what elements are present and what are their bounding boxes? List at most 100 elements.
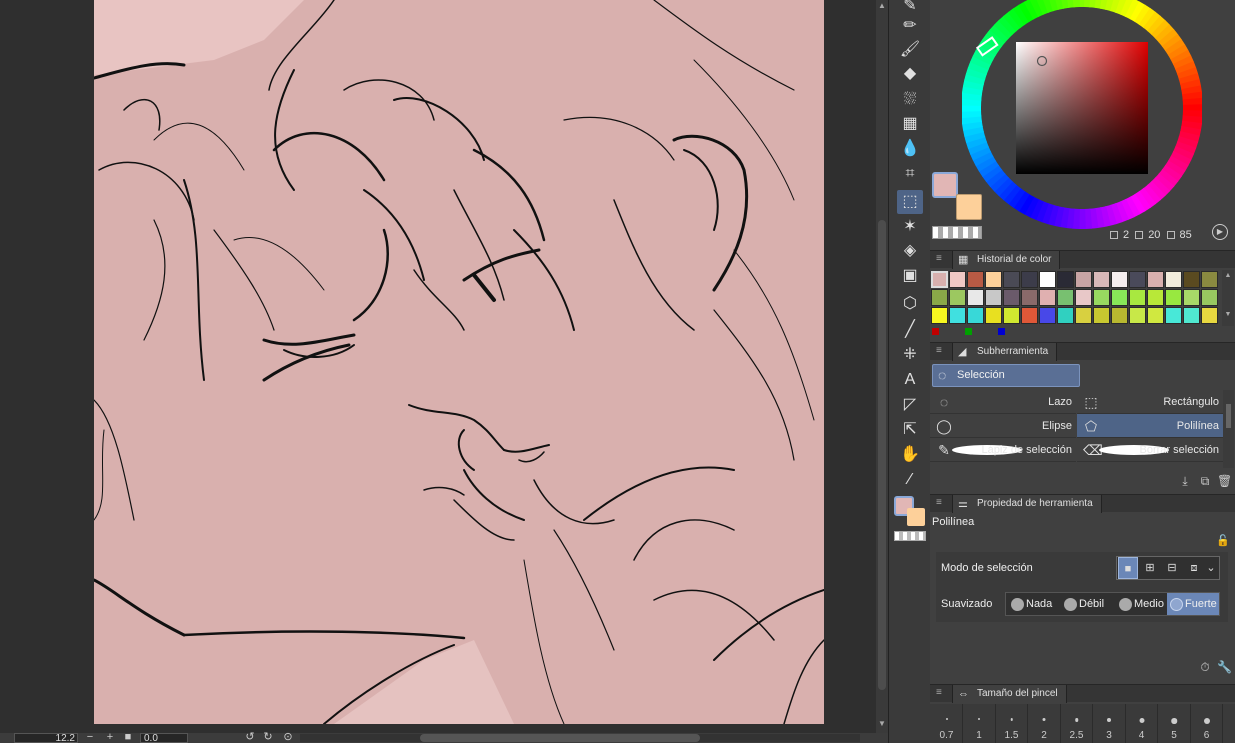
history-swatch[interactable] (1057, 271, 1074, 288)
brush-size-preset[interactable]: 2.5 (1061, 704, 1093, 743)
history-swatch[interactable] (1129, 307, 1146, 324)
canvas-horizontal-scrollbar[interactable] (300, 734, 860, 742)
history-swatch[interactable] (967, 271, 984, 288)
color-history-scrollbar[interactable]: ▲ ▼ (1222, 270, 1234, 326)
history-swatch[interactable] (1183, 289, 1200, 306)
reset-settings-icon[interactable]: ⏱ (1198, 660, 1212, 674)
history-swatch[interactable] (967, 307, 984, 324)
3d-object-icon[interactable]: ⬡ (897, 292, 923, 316)
brush-tool-icon[interactable]: 🖌 (897, 38, 923, 62)
history-swatch[interactable] (1165, 289, 1182, 306)
history-swatch[interactable] (1021, 289, 1038, 306)
horizontal-scroll-thumb[interactable] (420, 734, 700, 742)
airbrush-tool-icon[interactable]: ⛆ (897, 88, 923, 112)
auto-select-icon[interactable]: ✶ (897, 215, 923, 239)
rotate-right-icon[interactable]: ↻ (262, 731, 274, 743)
history-swatch[interactable] (1093, 271, 1110, 288)
vertical-scroll-thumb[interactable] (878, 220, 886, 690)
panel-grip-icon[interactable]: ≡ (936, 346, 944, 356)
history-swatch[interactable] (1039, 289, 1056, 306)
history-swatch[interactable] (1111, 307, 1128, 324)
intersect-selection-icon[interactable]: ⧈ (1184, 557, 1204, 579)
history-swatch[interactable] (931, 307, 948, 324)
subtool-item[interactable]: ⬠ Polilínea (1077, 414, 1223, 438)
subtool-item[interactable]: ⬚ Rectángulo (1077, 390, 1223, 414)
panel-grip-icon[interactable]: ≡ (936, 254, 944, 264)
history-swatch[interactable] (1201, 271, 1218, 288)
lock-icon[interactable]: 🔓 (1216, 534, 1230, 547)
brush-size-preset[interactable]: 1.5 (996, 704, 1028, 743)
history-swatch[interactable] (1129, 271, 1146, 288)
transparent-color-swatch[interactable] (932, 226, 982, 239)
panel-grip-icon[interactable]: ≡ (936, 498, 944, 508)
brush-size-preset[interactable]: 6 (1191, 704, 1223, 743)
history-swatch[interactable] (1003, 271, 1020, 288)
operation-tool-icon[interactable]: ⇱ (897, 418, 923, 442)
drawing-canvas[interactable] (94, 0, 824, 724)
history-swatch[interactable] (1093, 307, 1110, 324)
new-selection-icon[interactable]: ■ (1118, 557, 1138, 579)
history-swatch[interactable] (1165, 271, 1182, 288)
pencil-tool-icon[interactable]: ✏ (897, 14, 923, 38)
gradient-tool-icon[interactable]: ▣ (897, 264, 923, 288)
subtool-scroll-thumb[interactable] (1226, 404, 1231, 428)
scroll-down-icon[interactable]: ▼ (876, 718, 888, 730)
history-swatch[interactable] (1183, 307, 1200, 324)
mini-history-swatch[interactable] (965, 328, 972, 335)
subtool-group-selection[interactable]: ◌ Selección (932, 364, 1080, 387)
subtool-item[interactable]: ◌ Lazo (930, 390, 1076, 414)
hand-tool-icon[interactable]: ✋ (897, 443, 923, 467)
history-swatch[interactable] (1183, 271, 1200, 288)
history-swatch[interactable] (1039, 271, 1056, 288)
history-swatch[interactable] (1129, 289, 1146, 306)
canvas-area[interactable] (0, 0, 876, 733)
history-swatch[interactable] (931, 289, 948, 306)
subtract-selection-icon[interactable]: ⊟ (1162, 557, 1182, 579)
scroll-up-icon[interactable]: ▲ (1222, 272, 1234, 279)
selection-tool-icon[interactable]: ⬚ (897, 190, 923, 214)
figure-tool-icon[interactable]: ╱ (897, 318, 923, 342)
history-swatch[interactable] (985, 289, 1002, 306)
subtool-item[interactable]: ✎ Lápiz de selección (930, 438, 1076, 462)
decoration-tool-icon[interactable]: ▦ (897, 112, 923, 136)
tab-subtool[interactable]: ◢ Subherramienta (952, 343, 1058, 361)
history-swatch[interactable] (949, 307, 966, 324)
history-swatch[interactable] (931, 271, 948, 288)
sub-color-swatch[interactable] (956, 194, 982, 220)
history-swatch[interactable] (1075, 307, 1092, 324)
history-swatch[interactable] (1003, 307, 1020, 324)
subtool-item[interactable]: ⌫ Borrar selección (1077, 438, 1223, 462)
tab-brush-size[interactable]: ⇔ Tamaño del pincel (952, 685, 1067, 703)
ruler-tool-icon[interactable]: ⁜ (897, 343, 923, 367)
tab-tool-property[interactable]: ⚌ Propiedad de herramienta (952, 495, 1102, 513)
zoom-slider-handle-icon[interactable]: ■ (122, 731, 134, 743)
fill-tool-icon[interactable]: ◈ (897, 239, 923, 263)
history-swatch[interactable] (949, 289, 966, 306)
zoom-out-icon[interactable]: − (84, 731, 96, 743)
history-swatch[interactable] (1147, 307, 1164, 324)
mini-history-swatch[interactable] (932, 328, 939, 335)
history-swatch[interactable] (1165, 307, 1182, 324)
frame-tool-icon[interactable]: ◸ (897, 393, 923, 417)
subtool-item[interactable]: ◯ Elipse (930, 414, 1076, 438)
chevron-down-icon[interactable]: ⌄ (1204, 557, 1218, 579)
canvas-vertical-scrollbar[interactable]: ▲ ▼ (876, 0, 888, 733)
history-swatch[interactable] (1075, 289, 1092, 306)
smoothing-option[interactable]: Medio (1116, 593, 1166, 615)
smoothing-option[interactable]: Débil (1061, 593, 1115, 615)
main-color-swatch[interactable] (932, 172, 958, 198)
tab-color-history[interactable]: ▦ Historial de color (952, 251, 1061, 269)
history-swatch[interactable] (1147, 271, 1164, 288)
text-tool-icon[interactable]: A (897, 368, 923, 392)
scroll-up-icon[interactable]: ▲ (876, 0, 888, 12)
history-swatch[interactable] (985, 307, 1002, 324)
history-swatch[interactable] (1201, 307, 1218, 324)
import-subtool-icon[interactable]: ⤓ (1178, 474, 1192, 488)
brush-size-preset[interactable]: 0.7 (931, 704, 963, 743)
delete-subtool-icon[interactable]: 🗑 (1217, 474, 1232, 488)
eraser-tool-icon[interactable]: ◆ (897, 62, 923, 86)
rotate-left-icon[interactable]: ↺ (244, 731, 256, 743)
history-swatch[interactable] (1093, 289, 1110, 306)
panel-grip-icon[interactable]: ≡ (936, 688, 944, 698)
subtool-scrollbar[interactable] (1223, 390, 1234, 468)
